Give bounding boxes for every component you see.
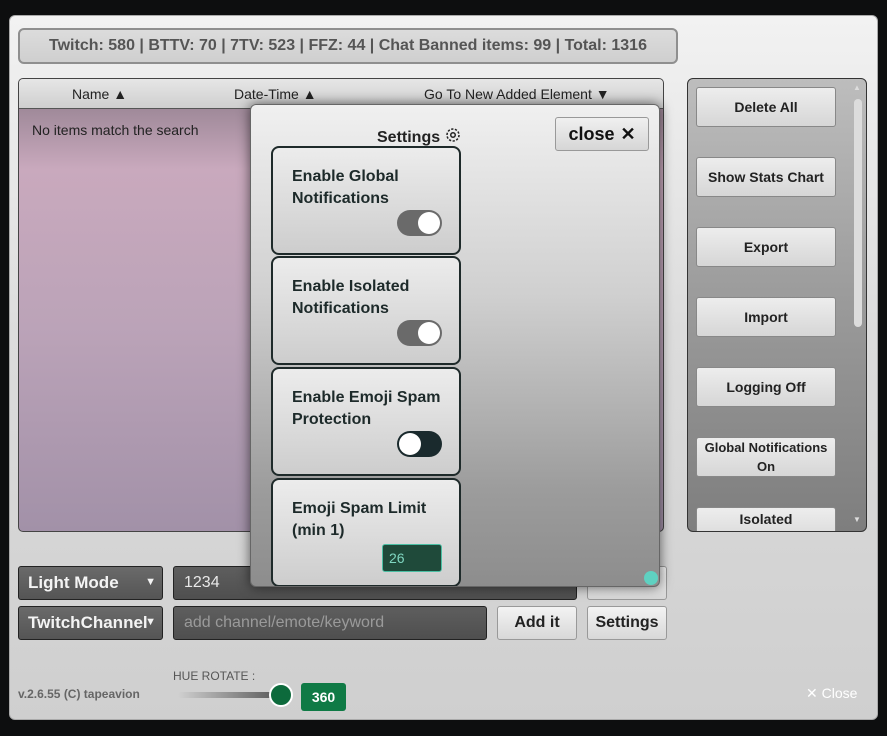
emoji-spam-protection-label: Enable Emoji Spam Protection xyxy=(292,389,441,428)
emoji-spam-limit-input[interactable]: 26 xyxy=(382,544,442,572)
scroll-thumb[interactable] xyxy=(854,99,862,327)
add-it-button[interactable]: Add it xyxy=(497,606,577,640)
global-notifications-label: Enable Global Notifications xyxy=(292,168,399,207)
global-notifications-card: Enable Global Notifications xyxy=(271,146,461,255)
hue-rotate-label: HUE ROTATE : xyxy=(173,669,256,683)
emoji-spam-limit-card: Emoji Spam Limit (min 1) 26 xyxy=(271,478,461,586)
sort-name-header[interactable]: Name ▲ xyxy=(72,86,127,102)
version-label: v.2.6.55 (C) tapeavion xyxy=(18,687,140,701)
delete-all-button[interactable]: Delete All xyxy=(696,87,836,127)
item-type-select[interactable]: TwitchChannel ▼ xyxy=(18,606,163,640)
sidebar: Delete All Show Stats Chart Export Impor… xyxy=(687,78,867,532)
item-type-value: TwitchChannel xyxy=(28,613,148,632)
add-item-input[interactable]: add channel/emote/keyword xyxy=(173,606,487,640)
isolated-notifications-toggle[interactable] xyxy=(397,320,442,346)
settings-button[interactable]: Settings xyxy=(587,606,667,640)
sidebar-scrollbar[interactable]: ▲ ▼ xyxy=(852,83,864,524)
modal-close-button[interactable]: close ✕ xyxy=(555,117,649,151)
settings-modal: Settings close ✕ Enable Global Notificat… xyxy=(250,104,660,587)
chevron-down-icon: ▼ xyxy=(145,576,156,588)
chevron-down-icon: ▼ xyxy=(145,616,156,628)
emoji-spam-limit-label: Emoji Spam Limit (min 1) xyxy=(292,500,427,539)
import-button[interactable]: Import xyxy=(696,297,836,337)
global-notifications-toggle[interactable] xyxy=(397,210,442,236)
resize-handle[interactable] xyxy=(644,571,658,585)
global-notifications-button[interactable]: Global Notifications On xyxy=(696,437,836,477)
stats-bar: Twitch: 580 | BTTV: 70 | 7TV: 523 | FFZ:… xyxy=(18,28,678,64)
scroll-up-icon[interactable]: ▲ xyxy=(853,83,861,92)
isolated-notifications-card: Enable Isolated Notifications xyxy=(271,256,461,365)
go-to-new-element-header[interactable]: Go To New Added Element ▼ xyxy=(424,86,610,102)
emoji-spam-protection-card: Enable Emoji Spam Protection xyxy=(271,367,461,476)
hue-rotate-slider[interactable] xyxy=(178,692,282,698)
empty-message: No items match the search xyxy=(32,122,199,138)
logging-toggle-button[interactable]: Logging Off xyxy=(696,367,836,407)
isolated-button[interactable]: Isolated xyxy=(696,507,836,531)
export-button[interactable]: Export xyxy=(696,227,836,267)
isolated-notifications-label: Enable Isolated Notifications xyxy=(292,278,410,317)
close-link[interactable]: ✕ Close xyxy=(806,685,857,702)
emoji-spam-protection-toggle[interactable] xyxy=(397,431,442,457)
sort-date-header[interactable]: Date-Time ▲ xyxy=(234,86,317,102)
theme-mode-select[interactable]: Light Mode ▼ xyxy=(18,566,163,600)
scroll-down-icon[interactable]: ▼ xyxy=(853,515,861,524)
show-stats-chart-button[interactable]: Show Stats Chart xyxy=(696,157,836,197)
theme-mode-value: Light Mode xyxy=(28,573,119,592)
hue-rotate-value: 360 xyxy=(301,683,346,711)
close-link-label: Close xyxy=(821,685,858,701)
close-icon: ✕ xyxy=(620,123,636,144)
settings-title-label: Settings xyxy=(377,128,441,146)
modal-close-label: close xyxy=(568,123,615,144)
close-icon: ✕ xyxy=(806,685,818,701)
hue-slider-handle[interactable] xyxy=(269,683,293,707)
